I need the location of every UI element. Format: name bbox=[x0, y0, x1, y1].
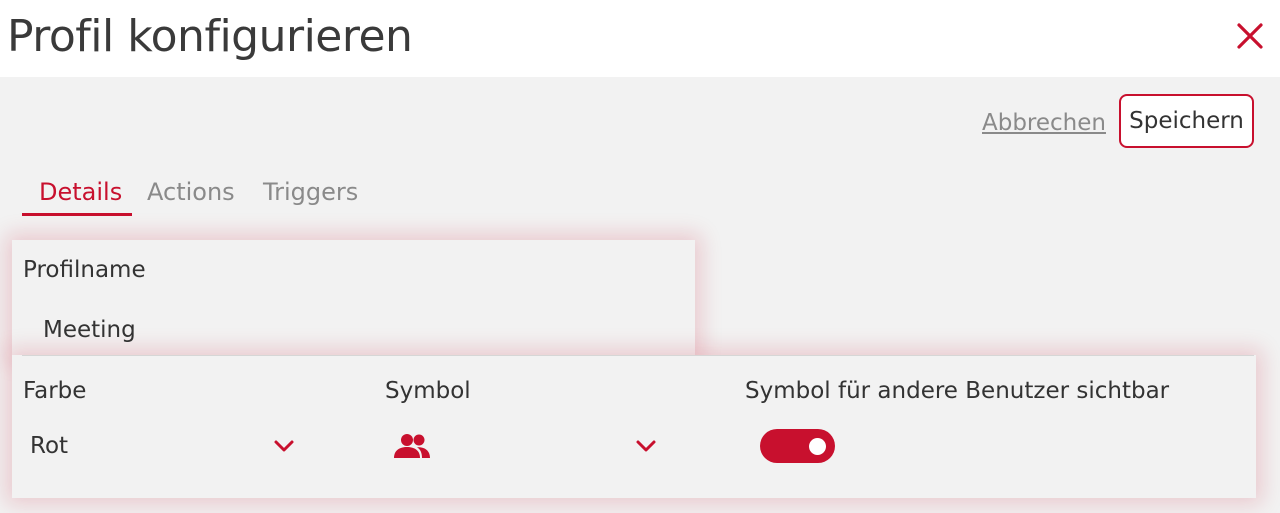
color-select[interactable]: Rot bbox=[30, 430, 68, 462]
close-icon[interactable] bbox=[1234, 20, 1266, 52]
tab-actions[interactable]: Actions bbox=[147, 176, 235, 208]
visibility-toggle[interactable] bbox=[760, 429, 835, 463]
toggle-knob bbox=[809, 438, 826, 455]
chevron-down-icon[interactable] bbox=[634, 438, 658, 454]
page-title: Profil konfigurieren bbox=[7, 11, 413, 62]
cancel-link[interactable]: Abbrechen bbox=[982, 107, 1106, 139]
active-tab-indicator bbox=[22, 213, 132, 216]
color-label: Farbe bbox=[23, 378, 87, 404]
people-icon[interactable] bbox=[392, 432, 432, 460]
tab-triggers[interactable]: Triggers bbox=[263, 176, 358, 208]
visibility-label: Symbol für andere Benutzer sichtbar bbox=[745, 378, 1170, 404]
field-divider bbox=[22, 355, 1254, 356]
profile-name-label: Profilname bbox=[23, 257, 146, 283]
tab-details[interactable]: Details bbox=[39, 176, 122, 208]
profile-name-input[interactable]: Meeting bbox=[43, 314, 136, 346]
header-bar: Profil konfigurieren bbox=[0, 0, 1280, 77]
chevron-down-icon[interactable] bbox=[272, 438, 296, 454]
symbol-label: Symbol bbox=[385, 378, 471, 404]
save-button[interactable]: Speichern bbox=[1119, 94, 1254, 148]
